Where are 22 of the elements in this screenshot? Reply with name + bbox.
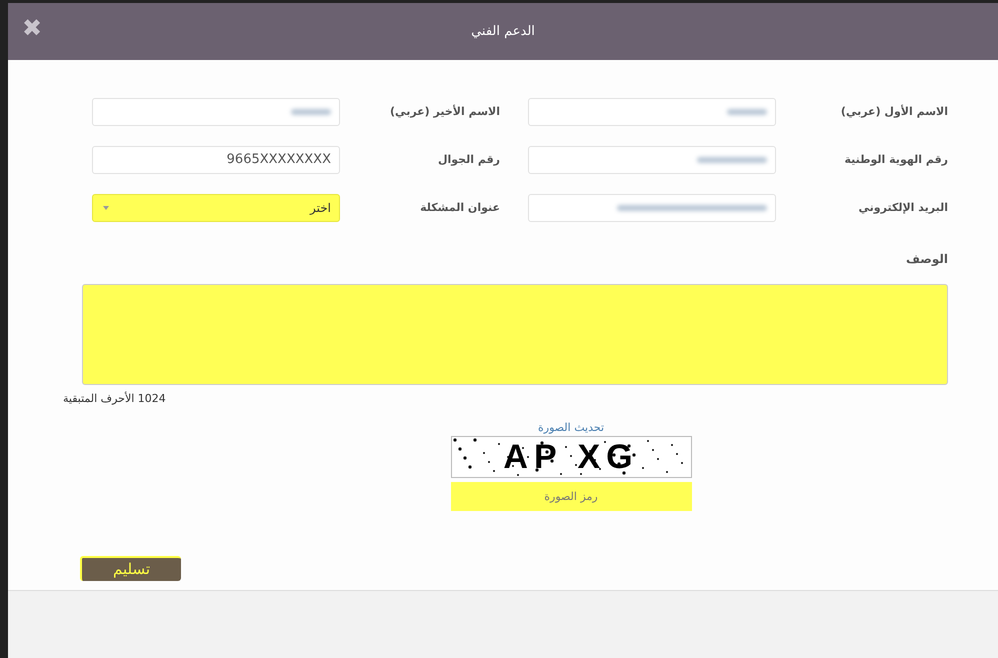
submit-button[interactable]: تسليم — [80, 556, 181, 581]
caret-icon — [103, 206, 109, 210]
field-label: رقم الجوال — [436, 152, 501, 168]
input-field[interactable] — [528, 194, 776, 222]
field-label: الاسم الأول (عربي) — [840, 104, 948, 120]
input-field[interactable]: 9665XXXXXXXX — [92, 146, 340, 174]
captcha-image: AP XG — [450, 436, 692, 478]
window-title: الدعم الفني — [471, 22, 535, 41]
field-label: الاسم الأخير (عربي) — [389, 104, 501, 120]
description-field[interactable] — [82, 284, 948, 385]
field-label: رقم الهوية الوطنية — [844, 152, 948, 168]
input-field[interactable] — [92, 98, 340, 126]
remaining-characters: 1024 الأحرف المتبقية — [63, 391, 167, 407]
field-label: الوصف — [904, 251, 949, 268]
field-label: البريد الإلكتروني — [858, 200, 948, 216]
field-label: عنوان المشكلة — [419, 200, 501, 216]
input-field[interactable] — [528, 146, 776, 174]
refresh-image-link[interactable]: تحديث الصورة — [538, 420, 604, 436]
captcha-field[interactable]: رمز الصورة — [450, 482, 692, 511]
problem-dropdown[interactable]: اختر — [92, 194, 340, 222]
input-field[interactable] — [528, 98, 776, 126]
close-button[interactable]: ✖ — [22, 16, 42, 40]
